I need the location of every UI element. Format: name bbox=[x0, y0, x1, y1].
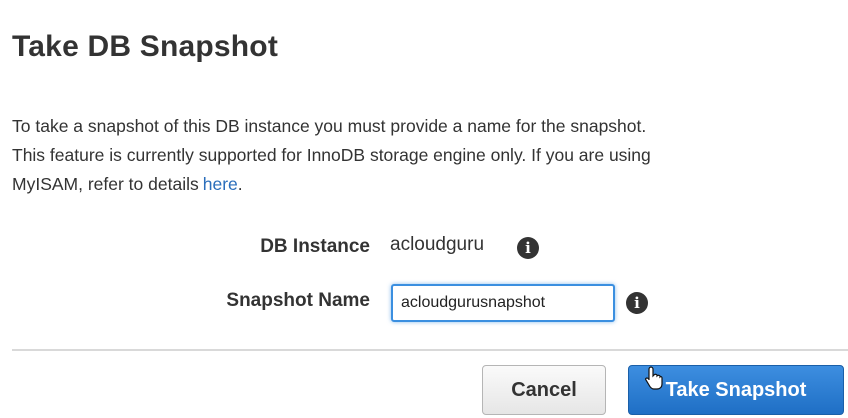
info-icon[interactable]: i bbox=[626, 292, 648, 314]
description-line-3: MyISAM, refer to details here. bbox=[12, 170, 812, 199]
snapshot-name-row: Snapshot Name i bbox=[0, 282, 848, 322]
description-line-3-text: MyISAM, refer to details bbox=[12, 174, 199, 194]
snapshot-name-input[interactable] bbox=[391, 284, 615, 322]
dialog-description: To take a snapshot of this DB instance y… bbox=[12, 112, 812, 199]
cancel-button[interactable]: Cancel bbox=[482, 365, 606, 415]
description-line-1: To take a snapshot of this DB instance y… bbox=[12, 116, 647, 136]
take-snapshot-button[interactable]: Take Snapshot bbox=[628, 365, 844, 415]
details-link[interactable]: here bbox=[203, 174, 238, 194]
description-line-2: This feature is currently supported for … bbox=[12, 145, 651, 165]
db-instance-label: DB Instance bbox=[260, 236, 370, 257]
dialog-title: Take DB Snapshot bbox=[12, 30, 279, 63]
info-icon[interactable]: i bbox=[517, 237, 539, 259]
db-instance-row: DB Instance acloudguru i bbox=[0, 228, 848, 268]
description-line-3-suffix: . bbox=[237, 174, 243, 194]
snapshot-name-label: Snapshot Name bbox=[226, 290, 370, 311]
db-instance-value: acloudguru bbox=[390, 234, 485, 255]
take-snapshot-dialog: Take DB Snapshot To take a snapshot of t… bbox=[0, 0, 848, 418]
footer-divider bbox=[12, 349, 848, 351]
